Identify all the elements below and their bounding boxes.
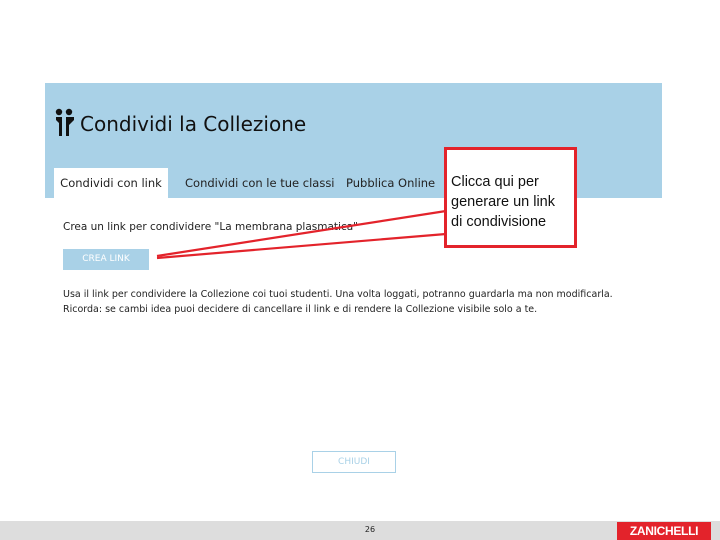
close-button[interactable]: CHIUDI (312, 451, 396, 473)
page-number: 26 (364, 525, 376, 534)
callout-arrow-upper (156, 209, 447, 258)
share-people-icon (55, 108, 74, 136)
info-text-reminder: Ricorda: se cambi idea puoi decidere di … (63, 304, 538, 315)
instruction-text: Crea un link per condividere "La membran… (63, 221, 358, 233)
callout-arrow-lower (156, 232, 447, 260)
dialog-title: Condividi la Collezione (80, 112, 307, 136)
callout-box: Clicca qui per generare un link di condi… (444, 147, 577, 248)
brand-logo: ZANICHELLI (617, 522, 711, 540)
create-link-button[interactable]: CREA LINK (63, 249, 149, 270)
tab-share-classes[interactable]: Condividi con le tue classi (185, 168, 335, 198)
tab-share-link[interactable]: Condividi con link (54, 168, 168, 198)
info-text-usage: Usa il link per condividere la Collezion… (63, 289, 613, 300)
tab-publish-online[interactable]: Pubblica Online (346, 168, 435, 198)
